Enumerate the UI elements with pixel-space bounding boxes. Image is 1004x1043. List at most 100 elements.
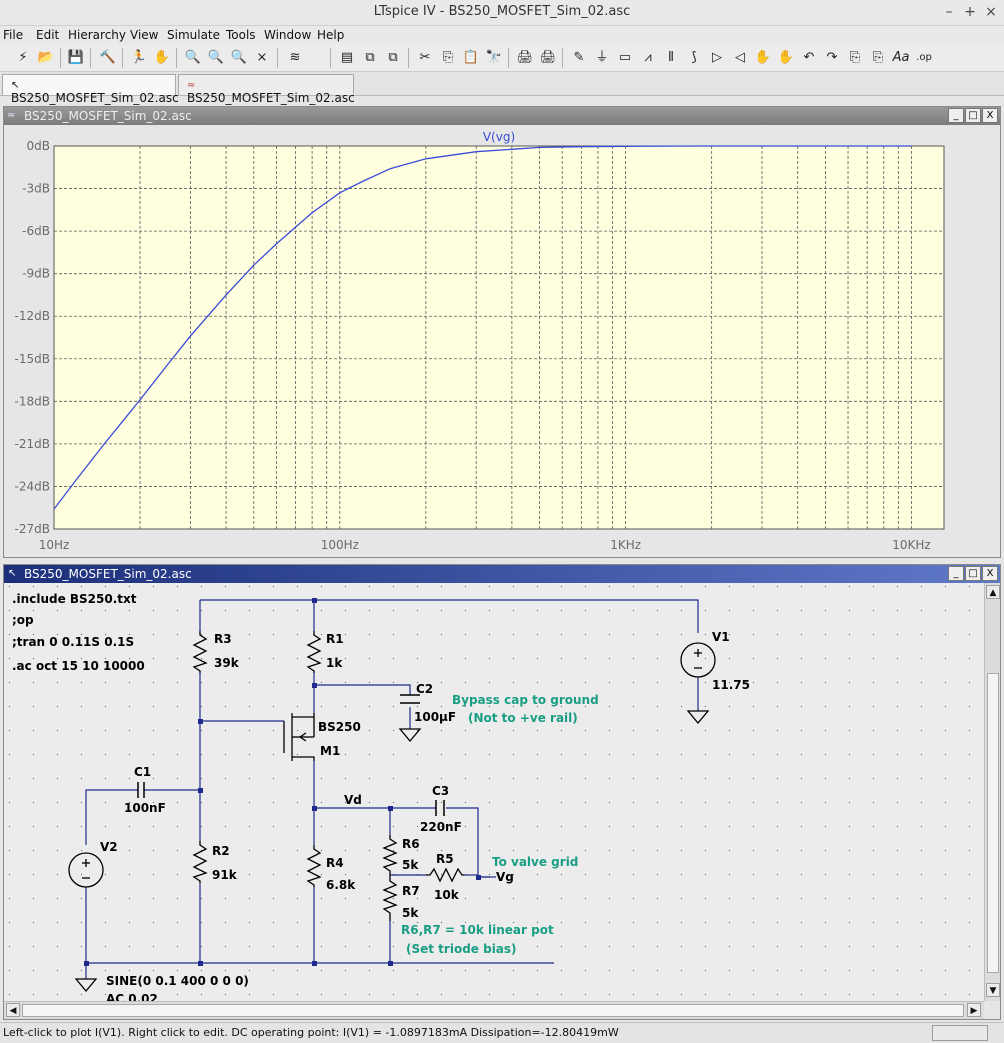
plot-maximize-button[interactable]: □ — [965, 108, 981, 123]
tile-vertical-icon[interactable]: ⧉ — [359, 47, 381, 69]
minimize-button[interactable]: – — [940, 3, 958, 21]
label-net-icon[interactable]: ▭ — [614, 47, 636, 69]
diode-icon[interactable]: ▷ — [706, 47, 728, 69]
label-r5[interactable]: R5 — [436, 852, 454, 866]
cut-icon[interactable]: ✂ — [414, 47, 436, 69]
move-icon[interactable]: ✋ — [752, 47, 774, 69]
directive-tran[interactable]: ;tran 0 0.11S 0.1S — [12, 635, 134, 649]
bode-plot[interactable]: 0dB -3dB -6dB -9dB -12dB -15dB -18dB -21dB -24dB… — [4, 125, 1000, 557]
schematic-horizontal-scrollbar[interactable]: ◀ ▶ — [4, 1001, 984, 1019]
spice-directive-icon[interactable]: .op — [913, 47, 935, 69]
capacitor-icon[interactable]: ⫴ — [660, 47, 682, 69]
paste-icon[interactable]: 📋 — [460, 47, 482, 69]
label-c2[interactable]: C2 — [416, 682, 433, 696]
component-icon[interactable]: ◁ — [729, 47, 751, 69]
resistor-icon[interactable]: ⩘ — [637, 47, 659, 69]
label-m1-model[interactable]: BS250 — [318, 720, 361, 734]
scroll-thumb[interactable] — [987, 673, 999, 973]
label-r2[interactable]: R2 — [212, 844, 230, 858]
label-r3[interactable]: R3 — [214, 632, 232, 646]
net-label-vg[interactable]: Vg — [496, 870, 514, 884]
text-icon[interactable]: Aa — [890, 47, 912, 69]
scroll-left-arrow-icon[interactable]: ◀ — [6, 1003, 20, 1017]
maximize-button[interactable]: + — [961, 3, 979, 21]
scroll-thumb[interactable] — [22, 1004, 964, 1017]
value-r2[interactable]: 91k — [212, 868, 238, 882]
tab-waveform[interactable]: ≈ BS250_MOSFET_Sim_02.asc — [178, 74, 355, 105]
label-r7[interactable]: R7 — [402, 884, 420, 898]
tile-horizontal-icon[interactable]: ▤ — [336, 47, 358, 69]
label-v1[interactable]: V1 — [712, 630, 730, 644]
value-r4[interactable]: 6.8k — [326, 878, 356, 892]
zoom-in-icon[interactable]: 🔍 — [182, 47, 204, 69]
scroll-up-arrow-icon[interactable]: ▲ — [986, 585, 1000, 599]
label-r6[interactable]: R6 — [402, 837, 420, 851]
net-label-vd[interactable]: Vd — [344, 793, 362, 807]
value-c2[interactable]: 100µF — [414, 710, 456, 724]
label-c1[interactable]: C1 — [134, 765, 151, 779]
menu-tools[interactable]: Tools — [226, 28, 256, 42]
tab-schematic[interactable]: ↖ BS250_MOSFET_Sim_02.asc — [2, 74, 179, 105]
drag-icon[interactable]: ✋ — [775, 47, 797, 69]
value-r6[interactable]: 5k — [402, 858, 419, 872]
value-r5[interactable]: 10k — [434, 888, 460, 902]
rotate-icon[interactable]: ⎘ — [844, 47, 866, 69]
print-preview-icon[interactable]: 🖨 — [514, 47, 536, 69]
scroll-down-arrow-icon[interactable]: ▼ — [986, 983, 1000, 997]
autorange-icon[interactable]: ≋ — [284, 47, 306, 69]
print-icon[interactable]: 🖨 — [537, 47, 559, 69]
schematic-close-button[interactable]: X — [982, 566, 998, 581]
close-button[interactable]: × — [982, 3, 1000, 21]
menu-edit[interactable]: Edit — [36, 28, 59, 42]
value-r1[interactable]: 1k — [326, 656, 343, 670]
comment-pot[interactable]: R6,R7 = 10k linear pot — [401, 923, 554, 937]
directive-include[interactable]: .include BS250.txt — [12, 592, 137, 606]
redo-icon[interactable]: ↷ — [821, 47, 843, 69]
open-icon[interactable]: 📂 — [35, 47, 57, 69]
label-c3[interactable]: C3 — [432, 784, 449, 798]
value-v1[interactable]: 11.75 — [712, 678, 750, 692]
scroll-right-arrow-icon[interactable]: ▶ — [967, 1003, 981, 1017]
comment-bypass[interactable]: Bypass cap to ground — [452, 693, 599, 707]
plot-minimize-button[interactable]: _ — [948, 108, 964, 123]
value-c1[interactable]: 100nF — [124, 801, 166, 815]
label-v2[interactable]: V2 — [100, 840, 118, 854]
control-panel-icon[interactable]: 🔨 — [97, 47, 119, 69]
mirror-icon[interactable]: ⎘ — [867, 47, 889, 69]
label-r4[interactable]: R4 — [326, 856, 344, 870]
schematic-maximize-button[interactable]: □ — [965, 566, 981, 581]
menu-help[interactable]: Help — [317, 28, 344, 42]
label-m1[interactable]: M1 — [320, 744, 340, 758]
menu-view[interactable]: View — [130, 28, 158, 42]
find-icon[interactable]: 🔭 — [483, 47, 505, 69]
halt-icon[interactable]: ✋ — [151, 47, 173, 69]
directive-ac[interactable]: .ac oct 15 10 10000 — [12, 659, 145, 673]
comment-bias[interactable]: (Set triode bias) — [406, 942, 517, 956]
zoom-fit-icon[interactable]: ⨯ — [251, 47, 273, 69]
v2-source-spec[interactable]: SINE(0 0.1 400 0 0 0) — [106, 974, 249, 988]
v2-ac-spec[interactable]: AC 0.02 — [106, 992, 158, 1001]
save-icon[interactable]: 💾 — [65, 47, 87, 69]
plot-area[interactable] — [53, 145, 945, 530]
cascade-icon[interactable]: ⧉ — [382, 47, 404, 69]
label-r1[interactable]: R1 — [326, 632, 344, 646]
schematic-canvas[interactable]: .include BS250.txt ;op ;tran 0 0.11S 0.1… — [4, 583, 984, 1001]
schematic-minimize-button[interactable]: _ — [948, 566, 964, 581]
plot-close-button[interactable]: X — [982, 108, 998, 123]
directive-op[interactable]: ;op — [12, 613, 34, 627]
draw-wire-icon[interactable]: ✎ — [568, 47, 590, 69]
value-r3[interactable]: 39k — [214, 656, 240, 670]
run-icon[interactable]: 🏃 — [128, 47, 150, 69]
menu-simulate[interactable]: Simulate — [167, 28, 220, 42]
menu-hierarchy[interactable]: Hierarchy — [68, 28, 126, 42]
value-c3[interactable]: 220nF — [420, 820, 462, 834]
inductor-icon[interactable]: ⟆ — [683, 47, 705, 69]
trace-label[interactable]: V(vg) — [483, 130, 515, 144]
copy-icon[interactable]: ⎘ — [437, 47, 459, 69]
zoom-out-icon[interactable]: 🔍 — [228, 47, 250, 69]
comment-not-rail[interactable]: (Not to +ve rail) — [468, 711, 578, 725]
new-schematic-icon[interactable]: ⚡ — [12, 47, 34, 69]
schematic-vertical-scrollbar[interactable]: ▲ ▼ — [984, 583, 1000, 1001]
menu-window[interactable]: Window — [264, 28, 311, 42]
zoom-pan-icon[interactable]: 🔍 — [205, 47, 227, 69]
